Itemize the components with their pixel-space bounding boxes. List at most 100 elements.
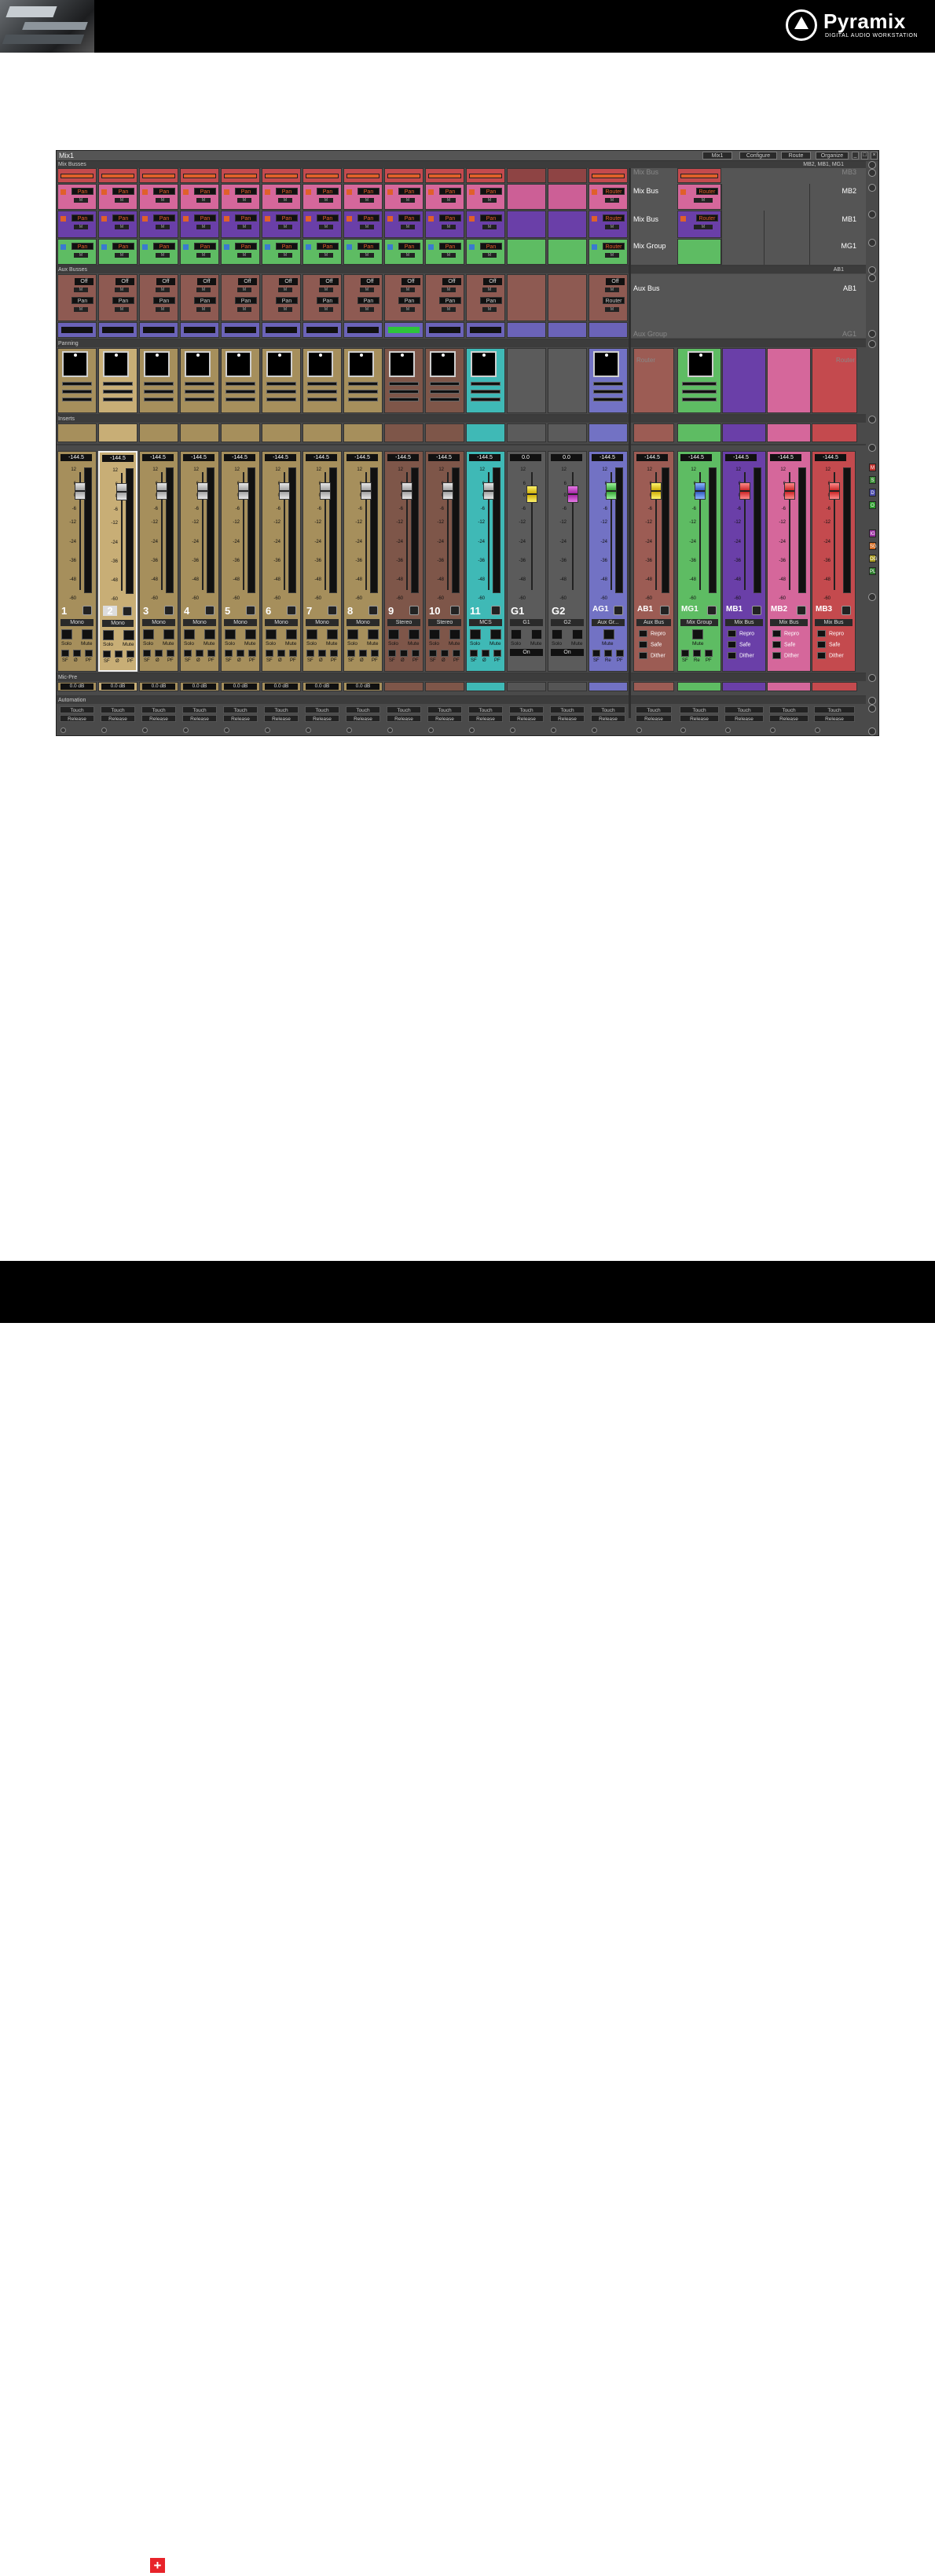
channel-select-button[interactable] [409, 606, 419, 615]
mixbus-slot[interactable]: Pan M [221, 211, 260, 238]
send-knob[interactable]: M [482, 225, 497, 229]
micpre-slot[interactable]: 0.0 dB [139, 682, 178, 691]
channel-select-button[interactable] [752, 606, 761, 615]
section-toggle-icon[interactable] [868, 416, 876, 423]
send-knob[interactable]: M [237, 253, 251, 258]
channel-mode[interactable]: Stereo [428, 619, 461, 626]
channel-mode[interactable]: Mono [102, 620, 134, 627]
solo-button[interactable] [306, 629, 317, 639]
toggle-phase[interactable] [400, 650, 408, 657]
toggle-sf[interactable] [306, 650, 314, 657]
panner-pad[interactable] [593, 351, 619, 377]
automation-mode-touch[interactable]: Touch [550, 706, 585, 713]
mixbus-slot[interactable]: Pan M [343, 211, 383, 238]
aux-send-knob[interactable]: M [401, 288, 415, 292]
mixbus-slot[interactable] [262, 168, 301, 183]
send-knob[interactable]: M [115, 225, 129, 229]
mixbus-slot[interactable]: Pan M [384, 211, 424, 238]
fader-cap[interactable] [784, 482, 795, 500]
send-knob[interactable]: M [442, 198, 456, 203]
side-tag-m[interactable]: M [869, 464, 876, 471]
pan-button[interactable]: Pan [317, 243, 339, 250]
mixbus-slot[interactable]: Pan M [139, 184, 178, 210]
mute-button[interactable] [531, 629, 542, 639]
automation-mode-touch[interactable]: Touch [468, 706, 503, 713]
insert-slot[interactable] [466, 423, 505, 442]
send-knob[interactable]: M [319, 198, 333, 203]
pan-width-bar[interactable] [593, 382, 623, 386]
auxbus-slot[interactable]: Off M Pan M [57, 274, 97, 321]
toggle-pf[interactable] [453, 650, 460, 657]
automation-release[interactable]: Release [468, 715, 503, 722]
panner-pad[interactable] [307, 351, 333, 377]
micpre-slot[interactable]: 0.0 dB [98, 682, 138, 691]
pan-button[interactable]: Pan [398, 188, 420, 195]
pan-width-bar[interactable] [348, 382, 378, 386]
aux-knob[interactable]: M [196, 307, 211, 312]
pan-button[interactable]: Pan [153, 214, 175, 222]
send-knob[interactable]: M [196, 225, 211, 229]
pan-button[interactable]: Pan [398, 214, 420, 222]
section-toggle-icon[interactable] [868, 161, 876, 169]
toggle-pf[interactable] [705, 650, 713, 657]
insert-slot[interactable] [180, 423, 219, 442]
pan-button[interactable]: Pan [358, 214, 380, 222]
pan-width-bar[interactable] [430, 390, 460, 394]
mixbus-enable[interactable] [428, 216, 434, 222]
auxbus-slot[interactable]: Off M Pan M [384, 274, 424, 321]
mixbus-slot[interactable]: Router M [588, 211, 628, 238]
send-knob[interactable]: M [156, 198, 170, 203]
mixbus-slot[interactable] [588, 168, 628, 183]
auxgroup-slot[interactable] [139, 322, 178, 338]
solo-button[interactable] [470, 629, 481, 639]
aux-send-knob[interactable]: M [605, 288, 619, 292]
pan-button[interactable]: Pan [439, 214, 461, 222]
mixbus-enable[interactable] [265, 216, 270, 222]
pan-button[interactable]: Pan [72, 188, 94, 195]
checkbox[interactable] [728, 630, 736, 637]
mixbus-slot[interactable] [180, 168, 219, 183]
auxgroup-slot[interactable] [588, 322, 628, 338]
toggle-sf[interactable] [388, 650, 396, 657]
mixbus-enable[interactable] [387, 216, 393, 222]
mixbus-slot[interactable] [466, 168, 505, 183]
mixbus-enable[interactable] [101, 216, 107, 222]
mixbus-enable[interactable] [592, 189, 597, 195]
mixbus-slot[interactable]: Pan M [302, 211, 342, 238]
send-knob[interactable]: M [196, 198, 211, 203]
strip-footer-icon[interactable] [428, 727, 434, 733]
channel-select-button[interactable] [82, 606, 92, 615]
pan-width-bar[interactable] [430, 382, 460, 386]
send-knob[interactable]: M [237, 198, 251, 203]
bus-panner[interactable] [677, 348, 721, 413]
insert-slot[interactable] [507, 423, 546, 442]
mixbus-slot[interactable]: Pan M [180, 211, 219, 238]
mixbus-slot[interactable]: Pan M [302, 184, 342, 210]
automation-mode-touch[interactable]: Touch [509, 706, 544, 713]
auxbus-slot[interactable]: Off M Pan M [98, 274, 138, 321]
bus-repro-toggle[interactable]: Repro [639, 630, 666, 637]
mixbus-slot[interactable]: Pan M [98, 184, 138, 210]
automation-release[interactable]: Release [550, 715, 585, 722]
automation-mode-touch[interactable]: Touch [387, 706, 421, 713]
channel-mode[interactable]: Mono [346, 619, 380, 626]
pan-width-bar[interactable] [103, 382, 133, 386]
bus-insert-slot[interactable] [722, 423, 766, 442]
mixgroup-enable[interactable] [592, 244, 597, 250]
aux-off-button[interactable]: Off [606, 278, 625, 285]
strip-footer-icon[interactable] [815, 727, 820, 733]
window-button-route-2[interactable]: Route [781, 152, 811, 159]
micpre-gain[interactable]: 0.0 dB [346, 683, 380, 690]
send-knob[interactable]: M [237, 225, 251, 229]
fader-cap[interactable] [402, 482, 412, 500]
pan-button[interactable]: Pan [317, 188, 339, 195]
fader-cap[interactable] [651, 482, 662, 500]
checkbox[interactable] [728, 641, 736, 648]
mute-button[interactable] [490, 629, 501, 639]
pan-width-bar[interactable] [103, 398, 133, 401]
toggle-re[interactable] [604, 650, 612, 657]
section-toggle-icon[interactable] [868, 593, 876, 601]
section-toggle-icon[interactable] [868, 184, 876, 192]
panner-pad[interactable] [389, 351, 415, 377]
channel-select-button[interactable] [660, 606, 669, 615]
